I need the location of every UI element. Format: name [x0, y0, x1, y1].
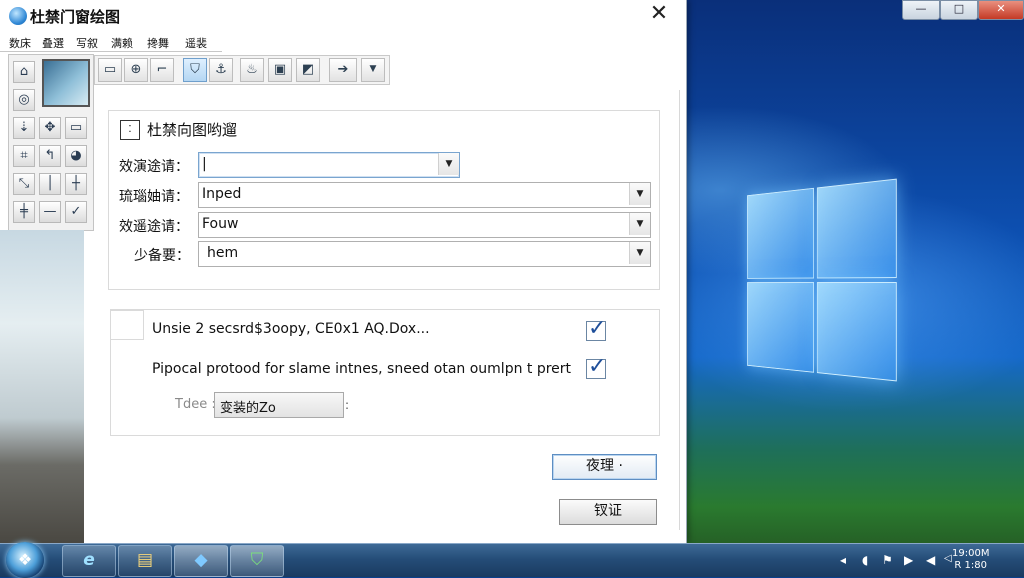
arrow-curve-icon[interactable]: ↰ — [39, 145, 61, 167]
combo-value-2: Inped — [202, 186, 242, 202]
arrow-down-icon[interactable]: ⇣ — [13, 117, 35, 139]
line-vertical-icon[interactable]: │ — [39, 173, 61, 195]
grid-icon[interactable]: ⌗ — [13, 145, 35, 167]
lamp-icon[interactable]: ♨ — [240, 58, 264, 82]
shield-icon[interactable]: ⛉ — [183, 58, 207, 82]
internet-explorer-icon[interactable]: e — [62, 545, 116, 577]
field-label-1: 效演途请： — [119, 159, 189, 175]
chevron-down-icon[interactable]: ▼ — [438, 153, 459, 175]
group-icon: ⁚ — [120, 120, 140, 140]
menu-item-6[interactable]: 遥裴 — [185, 35, 207, 51]
check-curve-icon[interactable]: ✓ — [65, 201, 87, 223]
tray-volume-icon[interactable]: ◀ — [926, 553, 935, 567]
shield-app-icon[interactable]: ⛉ — [230, 545, 284, 577]
arrow-right-icon[interactable]: ➔ — [329, 58, 357, 82]
side-image-strip — [0, 230, 84, 543]
menu-item-2[interactable]: 叠選 — [42, 35, 64, 51]
checkmark-icon: ✓ — [588, 354, 607, 379]
small-field-colon: : — [345, 398, 350, 412]
maximize-button[interactable]: □ — [940, 0, 978, 20]
crosshair-icon[interactable]: ⊕ — [124, 58, 148, 82]
join-icon[interactable]: ╪ — [13, 201, 35, 223]
small-field-label: Tdee : — [175, 397, 216, 412]
windows-logo — [747, 178, 902, 388]
toolbar: ▭ ⊕ ⌐ ⛉ ⚓ ♨ ▣ ◩ ➔ ▼ — [94, 55, 390, 85]
menu-item-4[interactable]: 满赖 — [111, 35, 133, 51]
field-label-3: 效遥途请： — [119, 219, 189, 235]
diagonal-icon[interactable]: ⤡ — [13, 173, 35, 195]
vertical-divider — [679, 90, 680, 530]
circle-icon[interactable]: ◎ — [13, 89, 35, 111]
combo-field-2[interactable]: Inped ▼ — [198, 182, 651, 208]
preview-thumbnail — [42, 59, 90, 107]
field-label-2: 琉瑙妯请： — [119, 189, 189, 205]
option-checkbox-1[interactable]: ✓ — [586, 316, 606, 341]
color-icon[interactable]: ◩ — [296, 58, 320, 82]
app-window: 杜禁门窗绘图 ✕ 数床 叠選 写叙 满赖 搀舞 遥裴 ⌂ ◎ ⇣ ✥ ▭ ⌗ ↰… — [0, 0, 687, 543]
menu-bar: 数床 叠選 写叙 满赖 搀舞 遥裴 — [0, 33, 222, 52]
secondary-button[interactable]: 钗证 — [559, 499, 657, 525]
menu-item-3[interactable]: 写叙 — [76, 35, 98, 51]
combo-field-1[interactable]: | ▼ — [198, 152, 460, 178]
checkmark-icon: ✓ — [588, 316, 607, 341]
tray-network-icon[interactable]: ◖ — [862, 553, 868, 567]
combo-value-1: | — [202, 156, 207, 172]
tray-flag-icon[interactable]: ⚑ — [882, 553, 893, 567]
chevron-down-icon[interactable]: ▼ — [629, 213, 650, 235]
folder-icon[interactable]: ▤ — [118, 545, 172, 577]
combo-value-4: hem — [207, 245, 239, 261]
left-tool-palette: ⌂ ◎ ⇣ ✥ ▭ ⌗ ↰ ◕ ⤡ │ ┼ ╪ — ✓ — [8, 54, 94, 231]
logo-pane-tr — [816, 178, 897, 279]
small-input-value: 变装的Zo — [220, 401, 276, 416]
taskbar: ❖ e ▤ ◆ ⛉ ◂ ◖ ⚑ ▶ ◀ ◁ 19:00M R 1:80 — [0, 542, 1024, 578]
title-bar: 杜禁门窗绘图 ✕ — [0, 0, 686, 32]
menu-item-5[interactable]: 搀舞 — [147, 35, 169, 51]
rectangle-tool-icon[interactable]: ▭ — [98, 58, 122, 82]
globe-icon[interactable]: ◕ — [65, 145, 87, 167]
primary-button[interactable]: 夜理 · — [552, 454, 657, 480]
small-input-field[interactable]: 变装的Zo — [214, 392, 344, 418]
options-group-tab — [110, 310, 144, 340]
dropdown-icon[interactable]: ▼ — [361, 58, 385, 82]
network-icon[interactable]: ◆ — [174, 545, 228, 577]
chevron-down-icon[interactable]: ▼ — [629, 242, 650, 264]
combo-field-3[interactable]: Fouw ▼ — [198, 212, 651, 238]
clock-time: 19:00M — [952, 548, 990, 559]
minimize-button[interactable]: — — [902, 0, 940, 20]
tray-speaker-icon[interactable]: ◁ — [944, 553, 952, 564]
tray-arrow-icon[interactable]: ◂ — [840, 553, 846, 567]
group-title: 杜禁向图哟遛 — [147, 121, 238, 139]
option-label-1: Unsie 2 secsrd$3oopy, CE0x1 AQ.Dox... — [152, 321, 430, 337]
field-label-4: 少备要： — [134, 248, 190, 264]
logo-pane-br — [816, 282, 897, 382]
close-button[interactable]: ✕ — [978, 0, 1024, 20]
window-title: 杜禁门窗绘图 — [30, 8, 121, 26]
move-icon[interactable]: ✥ — [39, 117, 61, 139]
window-close-button[interactable]: ✕ — [648, 3, 670, 26]
app-icon — [9, 7, 27, 25]
logo-pane-tl — [747, 187, 814, 279]
tray-play-icon[interactable]: ▶ — [904, 553, 913, 567]
clock-date: R 1:80 — [954, 560, 988, 571]
menu-item-1[interactable]: 数床 — [9, 35, 31, 51]
line-icon[interactable]: ⌐ — [150, 58, 174, 82]
clock[interactable]: 19:00M R 1:80 — [952, 548, 989, 572]
option-label-2: Pipocal protood for slame intnes, sneed … — [152, 361, 572, 377]
home-icon[interactable]: ⌂ — [13, 61, 35, 83]
option-checkbox-2[interactable]: ✓ — [586, 354, 606, 379]
combo-field-4[interactable]: hem ▼ — [198, 241, 651, 267]
background-window-controls: — □ ✕ — [902, 0, 1024, 20]
rectangle-icon[interactable]: ▭ — [65, 117, 87, 139]
split-icon[interactable]: ┼ — [65, 173, 87, 195]
combo-value-3: Fouw — [202, 216, 239, 232]
panel-icon[interactable]: ▣ — [268, 58, 292, 82]
chevron-down-icon[interactable]: ▼ — [629, 183, 650, 205]
anchor-icon[interactable]: ⚓ — [209, 58, 233, 82]
start-button[interactable]: ❖ — [6, 542, 44, 578]
logo-pane-bl — [747, 282, 814, 373]
dash-icon[interactable]: — — [39, 201, 61, 223]
